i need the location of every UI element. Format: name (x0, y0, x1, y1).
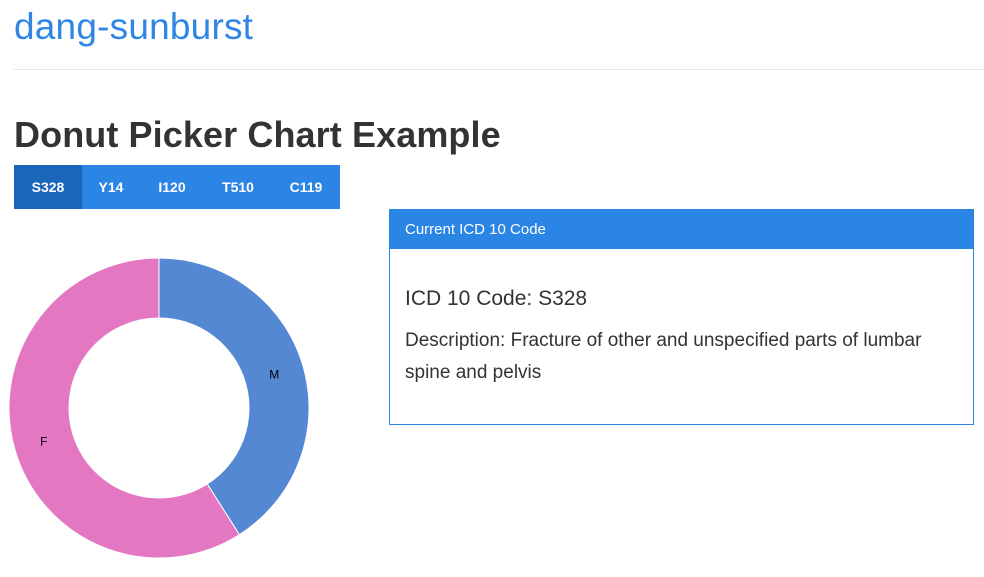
page-title: Donut Picker Chart Example (14, 114, 501, 155)
donut-chart: MF (8, 257, 310, 559)
icd-code-line: ICD 10 Code: S328 (405, 287, 588, 310)
panel-body: ICD 10 Code: S328 Description: Fracture … (390, 249, 973, 389)
tab-i120[interactable]: I120 (140, 165, 204, 209)
panel-header: Current ICD 10 Code (390, 210, 973, 249)
header-divider (14, 69, 984, 70)
site-title-link[interactable]: dang-sunburst (14, 6, 253, 48)
tab-y14[interactable]: Y14 (82, 165, 140, 209)
tab-c119[interactable]: C119 (272, 165, 340, 209)
donut-label-f: F (40, 434, 47, 448)
tab-s328[interactable]: S328 (14, 165, 82, 209)
icd-description-line: Description: Fracture of other and unspe… (405, 330, 922, 383)
tab-t510[interactable]: T510 (204, 165, 272, 209)
donut-label-m: M (269, 368, 279, 382)
current-code-panel: Current ICD 10 Code ICD 10 Code: S328 De… (389, 209, 974, 425)
page: dang-sunburst Donut Picker Chart Example… (0, 0, 984, 577)
donut-chart-container: MF (0, 232, 330, 577)
donut-slice-m[interactable] (158, 257, 310, 536)
icd-code-tabs: S328 Y14 I120 T510 C119 (14, 165, 340, 209)
